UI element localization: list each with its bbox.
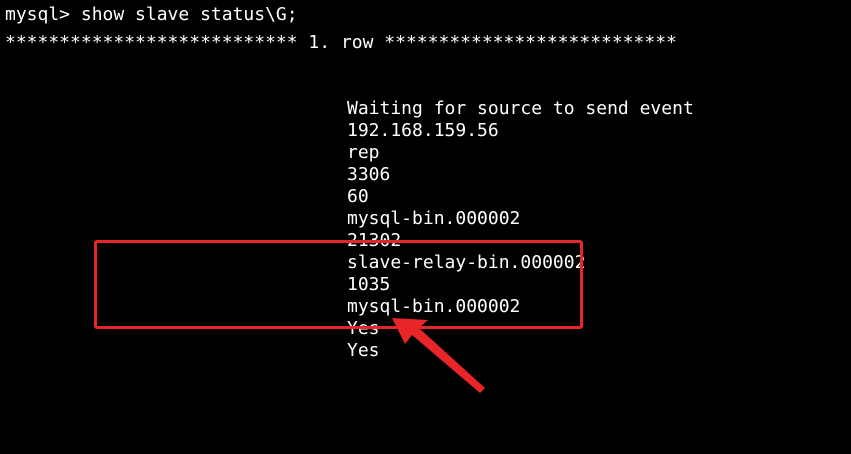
status-row: Relay_Log_File: slave-relay-bin.000002 [0,208,585,273]
status-row: Slave_IO_Running: Yes [0,274,380,339]
terminal-window: mysql> show slave status\G; ************… [0,0,851,454]
highlight-box [94,240,583,329]
status-row: Slave_IO_State: Waiting for source to se… [0,54,694,119]
row-header: *************************** 1. row *****… [5,32,677,53]
status-row: Replicate_Do_DB: [0,318,43,340]
status-row: Read_Master_Log_Pos: 21302 [0,186,401,251]
status-row: Replicate_Wild_Do_Table: [0,406,43,428]
status-row: Slave_SQL_Running: Yes [0,296,380,361]
status-row: Replicate_Do_Table: [0,362,43,384]
status-row: Master_Port: 3306 [0,120,390,185]
status-row: Relay_Master_Log_File: mysql-bin.000002 [0,252,520,317]
status-row: Replicate_Ignore_DB: [0,340,43,362]
field-value: 192.168.159.56 [347,120,499,141]
status-row: Replicate_Wild_Ignore_Table: [0,428,43,450]
field-value: 3306 [347,164,391,185]
status-row: Replicate_Ignore_Table: [0,384,43,406]
field-value: mysql-bin.000002 [347,208,521,229]
command-prompt: mysql> show slave status\G; [5,4,298,25]
field-value: 60 [347,186,369,207]
status-row: Master_Host: 192.168.159.56 [0,76,499,141]
status-row: Master_Log_File: mysql-bin.000002 [0,164,520,229]
field-value: rep [347,142,380,163]
field-value: Yes [347,340,380,361]
status-row: Connect_Retry: 60 [0,142,369,207]
field-value: Waiting for source to send event [347,98,694,119]
status-row: Relay_Log_Pos: 1035 [0,230,390,295]
status-row: Master_User: rep [0,98,380,163]
